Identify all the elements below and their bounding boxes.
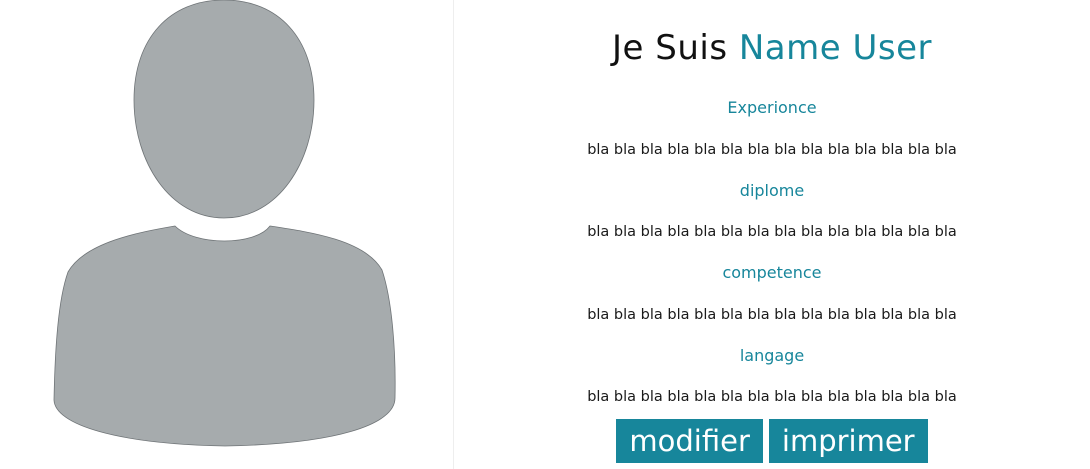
section-text-experience: bla bla bla bla bla bla bla bla bla bla …	[587, 142, 957, 158]
section-heading-diploma: diplome	[739, 181, 805, 200]
user-name: Name User	[738, 28, 932, 68]
section-heading-competence: competence	[722, 263, 822, 282]
user-silhouette-icon	[53, 0, 396, 447]
print-button[interactable]: imprimer	[768, 419, 928, 463]
title-prefix: Je Suis	[612, 28, 728, 68]
section-text-language: bla bla bla bla bla bla bla bla bla bla …	[587, 389, 957, 405]
profile-page: Je Suis Name User Experionce bla bla bla…	[0, 0, 1090, 469]
avatar-panel	[0, 0, 453, 469]
section-heading-language: langage	[739, 346, 805, 365]
page-title: Je Suis Name User	[454, 24, 1090, 72]
section-text-competence: bla bla bla bla bla bla bla bla bla bla …	[587, 307, 957, 323]
profile-details: Je Suis Name User Experionce bla bla bla…	[454, 0, 1090, 469]
action-buttons: modifier imprimer	[454, 419, 1090, 463]
section-heading-experience: Experionce	[727, 98, 817, 117]
modify-button[interactable]: modifier	[616, 419, 763, 463]
section-text-diploma: bla bla bla bla bla bla bla bla bla bla …	[587, 224, 957, 240]
